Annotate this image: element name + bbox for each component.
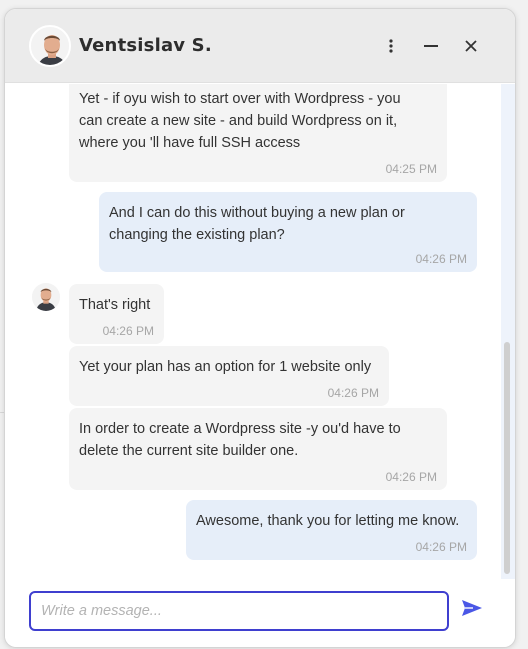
minimize-icon — [424, 45, 438, 47]
send-icon — [462, 600, 482, 616]
close-icon — [465, 40, 477, 52]
scrollbar[interactable] — [501, 84, 515, 579]
message-outgoing: Awesome, thank you for letting me know. … — [186, 500, 477, 560]
message-time: 04:26 PM — [327, 386, 379, 400]
message-incoming: That's right 04:26 PM — [69, 284, 164, 344]
message-list[interactable]: Yet - if oyu wish to start over with Wor… — [5, 84, 515, 579]
agent-avatar — [29, 25, 71, 67]
message-text: That's right — [79, 297, 151, 313]
message-incoming: Yet your plan has an option for 1 websit… — [69, 346, 389, 406]
minimize-button[interactable] — [419, 33, 443, 59]
chat-window: Ventsislav S. Yet - if oyu wish to start… — [4, 8, 516, 648]
scrollbar-thumb[interactable] — [504, 342, 510, 574]
message-time: 04:26 PM — [102, 324, 154, 338]
message-text: Yet - if oyu wish to start over with Wor… — [79, 91, 401, 151]
message-text: In order to create a Wordpress site -y o… — [79, 421, 401, 459]
agent-name: Ventsislav S. — [79, 35, 212, 56]
message-text: And I can do this without buying a new p… — [109, 205, 405, 243]
message-text: Yet your plan has an option for 1 websit… — [79, 359, 372, 375]
message-time: 04:26 PM — [415, 540, 467, 554]
message-outgoing: And I can do this without buying a new p… — [99, 192, 477, 272]
chat-header: Ventsislav S. — [5, 9, 515, 83]
more-vertical-icon — [389, 39, 393, 53]
message-text: Awesome, thank you for letting me know. — [196, 513, 460, 529]
message-time: 04:26 PM — [385, 470, 437, 484]
agent-avatar-small — [32, 283, 60, 311]
message-incoming: In order to create a Wordpress site -y o… — [69, 408, 447, 490]
message-time: 04:25 PM — [385, 162, 437, 176]
message-time: 04:26 PM — [415, 252, 467, 266]
send-button[interactable] — [461, 599, 487, 623]
more-options-button[interactable] — [379, 33, 403, 59]
message-incoming: Yet - if oyu wish to start over with Wor… — [69, 84, 447, 182]
message-input[interactable] — [29, 591, 449, 631]
message-composer — [5, 579, 515, 647]
close-button[interactable] — [459, 33, 483, 59]
